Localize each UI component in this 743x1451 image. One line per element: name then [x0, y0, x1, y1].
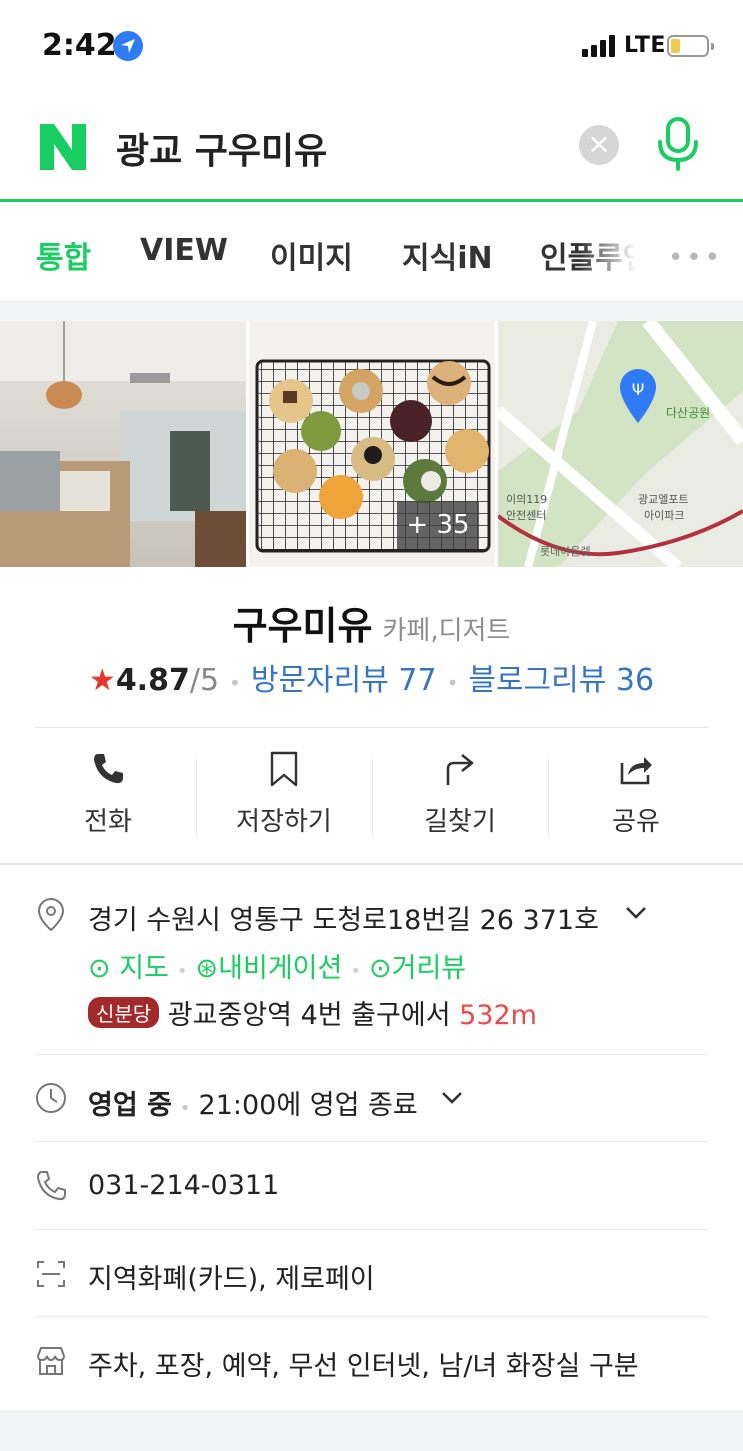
open-status: 영업 중: [88, 1090, 172, 1121]
svg-text:Ψ: Ψ: [632, 380, 645, 399]
battery-icon: [667, 35, 714, 57]
visitor-reviews-link[interactable]: 방문자리뷰 77: [251, 663, 437, 698]
rating-max: /5: [189, 663, 220, 698]
map-label-safety: 이의119: [506, 493, 547, 506]
network-label: LTE: [624, 33, 666, 58]
rating-score: 4.87: [115, 663, 190, 698]
address-links: ⊙ 지도 • ⊛내비게이션 • ⊙거리뷰: [88, 953, 467, 984]
microphone-icon[interactable]: [654, 116, 702, 172]
search-bar: 광교 구우미유 ×: [0, 92, 743, 202]
cafe-interior-photo[interactable]: [0, 321, 246, 567]
facilities-text: 주차, 포장, 예약, 무선 인터넷, 남/녀 화장실 구분: [88, 1351, 639, 1382]
map-label-outlet: 롯데아울렛: [540, 545, 591, 558]
map-label-park: 다산공원: [666, 406, 710, 420]
location-pin-icon: [37, 897, 65, 931]
search-tabs: 통합 VIEW 이미지 지식iN 인플루언 •••: [0, 205, 743, 302]
subway-line-badge: 신분당: [88, 997, 160, 1028]
naver-logo-icon[interactable]: [38, 122, 88, 172]
place-title: 구우미유 카페,디저트: [0, 595, 743, 650]
phone-icon: [94, 754, 123, 784]
blog-reviews-link[interactable]: 블로그리뷰 36: [468, 663, 654, 698]
call-button[interactable]: 전화: [20, 745, 196, 845]
tab-view[interactable]: VIEW: [140, 233, 228, 268]
payment-text: 지역화폐(카드), 제로페이: [88, 1264, 375, 1295]
status-bar: 2:42 LTE: [0, 0, 743, 92]
photo-strip: + 35 Ψ 다산공원 이의119 안전센터 광교엘포트 아이파크 롯데아울렛: [0, 321, 743, 567]
rating-line: ★4.87/5 • 방문자리뷰 77 • 블로그리뷰 36: [88, 663, 655, 698]
clock-icon: [36, 1083, 66, 1113]
transit-distance: 532m: [459, 1000, 537, 1031]
more-photos-count[interactable]: + 35: [397, 501, 479, 549]
transit-text: 광교중앙역 4번 출구에서: [167, 1000, 451, 1031]
directions-arrow-icon: [446, 753, 474, 785]
navigation-link[interactable]: ⊛내비게이션: [196, 953, 343, 984]
signal-icon: [582, 35, 618, 57]
status-time: 2:42: [42, 28, 117, 63]
search-input[interactable]: 광교 구우미유: [116, 122, 327, 174]
action-bar: 전화 저장하기 길찾기 공유: [20, 745, 723, 845]
location-arrow-icon: [113, 31, 143, 61]
directions-button[interactable]: 길찾기: [372, 745, 548, 845]
store-icon: [36, 1347, 66, 1375]
share-button[interactable]: 공유: [548, 745, 724, 845]
star-icon: ★: [88, 663, 116, 698]
hours-text[interactable]: 영업 중 • 21:00에 영업 종료: [88, 1083, 418, 1122]
tab-knowledge[interactable]: 지식iN: [402, 233, 493, 277]
clear-search-button[interactable]: ×: [579, 125, 619, 165]
map-label-building-2: 아이파크: [644, 509, 684, 522]
save-button[interactable]: 저장하기: [196, 745, 372, 845]
closing-time: 21:00에 영업 종료: [198, 1090, 418, 1121]
phone-outline-icon: [37, 1171, 66, 1201]
place-category: 카페,디저트: [382, 616, 511, 646]
map-thumbnail[interactable]: Ψ 다산공원 이의119 안전센터 광교엘포트 아이파크 롯데아울렛: [498, 321, 743, 567]
tab-all[interactable]: 통합: [36, 233, 91, 277]
address-text[interactable]: 경기 수원시 영통구 도청로18번길 26 371호: [88, 898, 599, 937]
place-name: 구우미유: [232, 604, 373, 648]
map-label-safety-2: 안전센터: [506, 509, 546, 522]
tab-images[interactable]: 이미지: [270, 233, 353, 277]
bookmark-icon: [270, 751, 298, 787]
transit-line: 신분당 광교중앙역 4번 출구에서 532m: [88, 993, 537, 1032]
street-view-link[interactable]: ⊙거리뷰: [369, 953, 466, 984]
map-label-building: 광교엘포트: [638, 493, 689, 506]
chevron-down-icon[interactable]: [440, 1090, 464, 1106]
map-link[interactable]: ⊙ 지도: [88, 953, 169, 984]
more-tabs-icon[interactable]: •••: [668, 243, 723, 273]
chevron-down-icon[interactable]: [624, 905, 648, 921]
cookies-photo[interactable]: + 35: [249, 321, 495, 567]
scan-pay-icon: [37, 1261, 65, 1287]
phone-number[interactable]: 031-214-0311: [88, 1170, 279, 1201]
share-icon: [620, 757, 652, 785]
